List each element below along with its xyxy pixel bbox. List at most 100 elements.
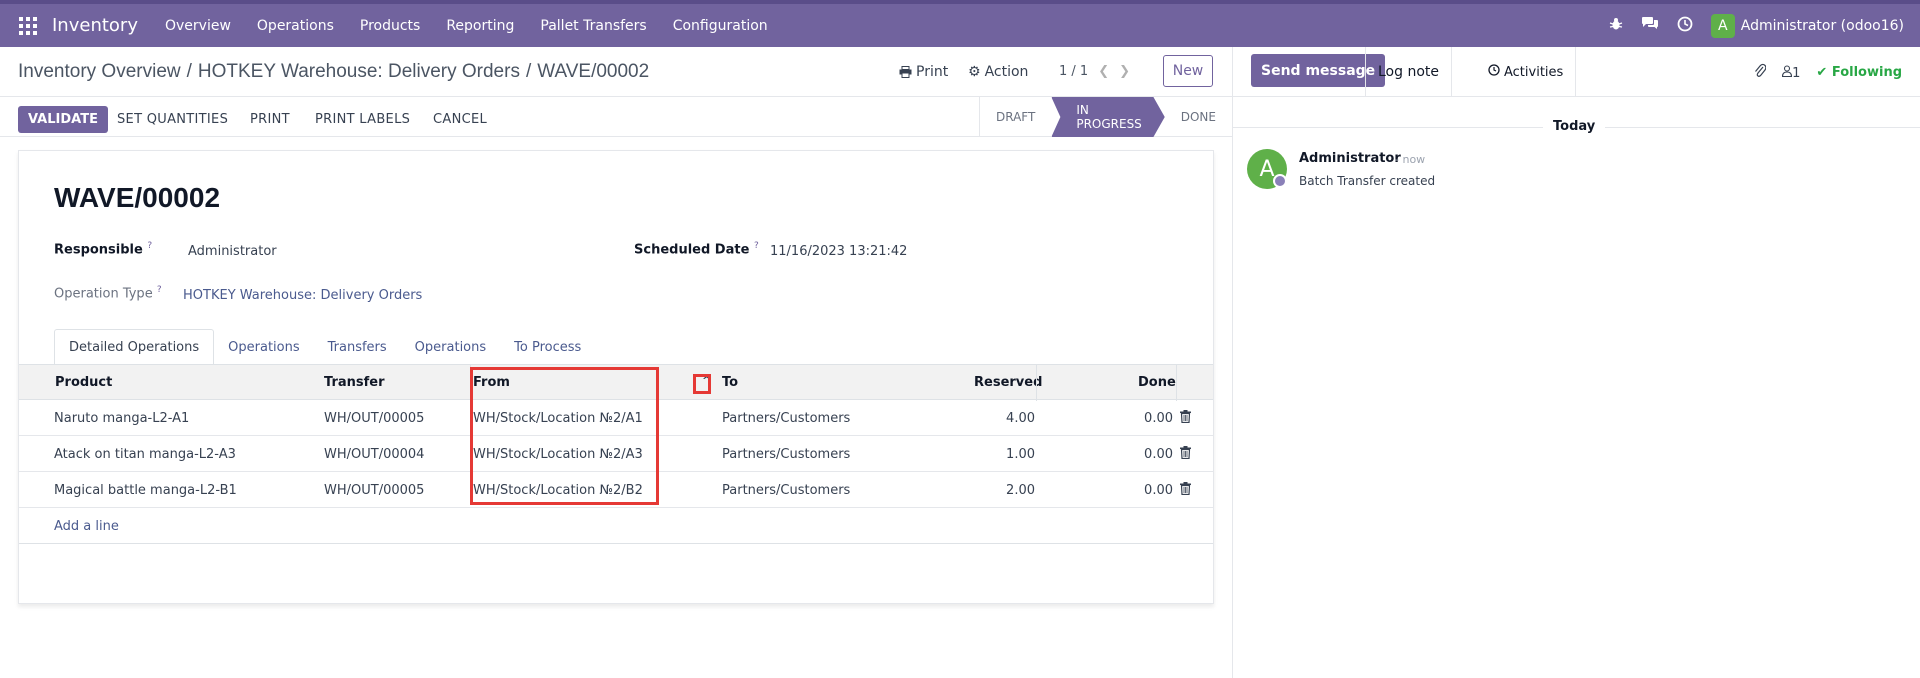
- breadcrumb-current: WAVE/00002: [537, 61, 650, 82]
- chatter-topbar: Send message Log note Activities 1 ✔ Fol…: [1233, 47, 1920, 97]
- scheduled-date-label: Scheduled Date ?: [634, 241, 759, 258]
- trash-icon[interactable]: [1180, 446, 1191, 459]
- tab-operations[interactable]: Operations: [214, 329, 313, 365]
- check-icon: ✔: [1816, 65, 1828, 80]
- bug-icon[interactable]: [1609, 17, 1623, 35]
- operation-type-field[interactable]: HOTKEY Warehouse: Delivery Orders: [183, 288, 422, 303]
- action-menu-label: Action: [984, 64, 1029, 80]
- responsible-label: Responsible ?: [54, 241, 153, 258]
- menu-operations[interactable]: Operations: [244, 18, 347, 34]
- clock-icon: [1488, 64, 1500, 80]
- help-icon: ?: [147, 241, 153, 251]
- user-icon: [1782, 64, 1793, 77]
- cell-to: Partners/Customers: [722, 447, 851, 462]
- record-title: WAVE/00002: [54, 182, 221, 213]
- chatter-right-tools: 1 ✔ Following: [1754, 63, 1902, 82]
- set-quantities-button[interactable]: SET QUANTITIES: [117, 112, 228, 127]
- message-body: Batch Transfer created: [1299, 174, 1436, 188]
- tab-operations-2[interactable]: Operations: [401, 329, 500, 365]
- add-line-row: Add a line: [19, 508, 1213, 544]
- cancel-button[interactable]: CANCEL: [433, 112, 487, 127]
- printer-icon: [899, 66, 912, 78]
- activities-label: Activities: [1504, 64, 1564, 80]
- apps-menu-icon[interactable]: [19, 16, 37, 35]
- column-header-to[interactable]: To: [722, 375, 738, 390]
- message-author[interactable]: Administrator: [1299, 151, 1401, 166]
- cell-transfer: WH/OUT/00005: [324, 483, 425, 498]
- form-buttons-bar: VALIDATE SET QUANTITIES PRINT PRINT LABE…: [0, 97, 1232, 137]
- pager-next-icon[interactable]: ❯: [1119, 64, 1130, 79]
- form-view: Inventory Overview / HOTKEY Warehouse: Del…: [0, 47, 1232, 678]
- column-divider: [1036, 365, 1037, 401]
- cell-done: 0.00: [1144, 483, 1173, 498]
- clock-icon[interactable]: [1677, 16, 1693, 36]
- cell-to: Partners/Customers: [722, 483, 851, 498]
- help-icon: ?: [753, 241, 759, 251]
- tab-detailed-operations[interactable]: Detailed Operations: [54, 329, 215, 365]
- pager-value[interactable]: 1 / 1: [1059, 64, 1088, 79]
- action-menu-button[interactable]: ⚙ Action: [968, 64, 1028, 80]
- status-done[interactable]: DONE: [1165, 97, 1232, 137]
- following-button[interactable]: ✔ Following: [1816, 65, 1902, 80]
- cell-done: 0.00: [1144, 447, 1173, 462]
- cell-product: Naruto manga-L2-A1: [54, 411, 190, 426]
- presence-status-icon: [1273, 174, 1287, 188]
- menu-overview[interactable]: Overview: [152, 18, 244, 34]
- print-button[interactable]: PRINT: [250, 112, 290, 127]
- cell-product: Magical battle manga-L2-B1: [54, 483, 237, 498]
- log-note-button[interactable]: Log note: [1365, 47, 1452, 97]
- user-name: Administrator (odoo16): [1740, 17, 1904, 34]
- cell-reserved: 2.00: [1006, 483, 1035, 498]
- user-menu[interactable]: A Administrator (odoo16): [1710, 13, 1904, 38]
- cell-done: 0.00: [1144, 411, 1173, 426]
- column-header-reserved[interactable]: Reserved: [974, 375, 1042, 390]
- from-column-highlight: [470, 367, 659, 505]
- avatar: A: [1710, 13, 1735, 38]
- column-header-product[interactable]: Product: [55, 375, 112, 390]
- cell-reserved: 1.00: [1006, 447, 1035, 462]
- chatter-panel: Send message Log note Activities 1 ✔ Fol…: [1232, 47, 1920, 678]
- menu-configuration[interactable]: Configuration: [660, 18, 781, 34]
- validate-button[interactable]: VALIDATE: [18, 106, 108, 133]
- followers-button[interactable]: 1: [1782, 64, 1801, 81]
- menu-pallet-transfers[interactable]: Pallet Transfers: [527, 18, 659, 34]
- status-bar: DRAFT IN PROGRESS DONE: [979, 97, 1232, 137]
- breadcrumb-inventory-overview[interactable]: Inventory Overview: [18, 61, 181, 82]
- menu-products[interactable]: Products: [347, 18, 433, 34]
- sort-icon-highlight: [693, 374, 711, 394]
- cell-reserved: 4.00: [1006, 411, 1035, 426]
- column-header-done[interactable]: Done: [1138, 375, 1176, 390]
- help-icon: ?: [156, 285, 162, 295]
- responsible-field[interactable]: Administrator: [188, 244, 277, 259]
- print-menu-button[interactable]: Print: [899, 64, 948, 80]
- status-draft[interactable]: DRAFT: [979, 97, 1051, 137]
- notebook-tabs: Detailed Operations Operations Transfers…: [54, 329, 595, 365]
- activities-button[interactable]: Activities: [1476, 47, 1577, 97]
- trash-icon[interactable]: [1180, 482, 1191, 495]
- menu-reporting[interactable]: Reporting: [433, 18, 527, 34]
- scheduled-date-field[interactable]: 11/16/2023 13:21:42: [770, 244, 907, 259]
- chat-icon[interactable]: [1641, 16, 1659, 35]
- status-in-progress[interactable]: IN PROGRESS: [1051, 97, 1165, 137]
- trash-icon[interactable]: [1180, 410, 1191, 423]
- followers-count: 1: [1792, 65, 1801, 81]
- tab-transfers[interactable]: Transfers: [314, 329, 401, 365]
- new-button[interactable]: New: [1163, 55, 1213, 87]
- tab-to-process[interactable]: To Process: [500, 329, 595, 365]
- cell-transfer: WH/OUT/00004: [324, 447, 425, 462]
- pager-previous-icon[interactable]: ❮: [1098, 64, 1109, 79]
- print-menu-label: Print: [916, 64, 949, 80]
- message-time: - now: [1395, 153, 1426, 166]
- column-header-transfer[interactable]: Transfer: [324, 375, 385, 390]
- breadcrumb-delivery-orders[interactable]: HOTKEY Warehouse: Delivery Orders: [198, 61, 520, 82]
- print-labels-button[interactable]: PRINT LABELS: [315, 112, 410, 127]
- app-brand[interactable]: Inventory: [52, 15, 138, 36]
- cell-to: Partners/Customers: [722, 411, 851, 426]
- add-line-link[interactable]: Add a line: [54, 519, 119, 534]
- breadcrumb-separator: /: [525, 61, 532, 82]
- top-navbar: Inventory Overview Operations Products R…: [0, 0, 1920, 47]
- cell-product: Atack on titan manga-L2-A3: [54, 447, 236, 462]
- column-divider: [1176, 365, 1177, 401]
- paperclip-icon[interactable]: [1754, 63, 1767, 82]
- breadcrumb-separator: /: [186, 61, 192, 82]
